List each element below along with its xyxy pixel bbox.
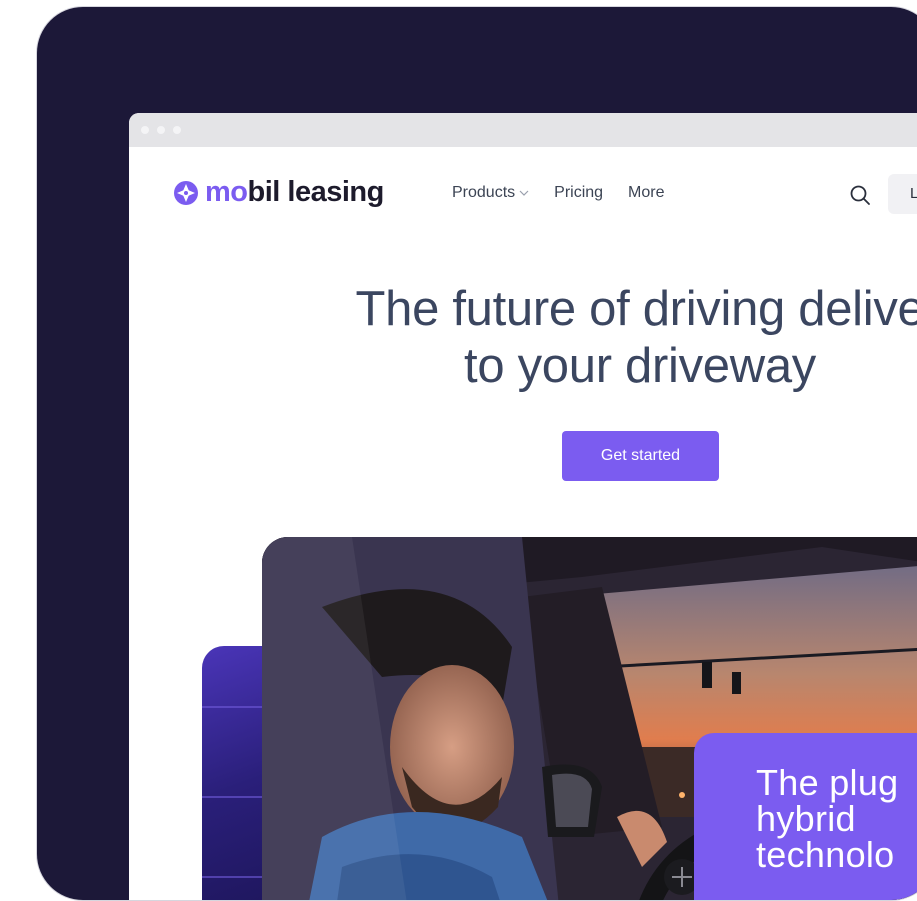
brand-name-prefix: mo [205,176,248,208]
hero-heading-line-2: to your driveway [464,339,816,393]
promo-line-2: hybrid [756,798,856,839]
chevron-down-icon [519,190,529,196]
promo-line-1: The plug [756,762,899,803]
window-dot-minimize[interactable] [157,126,165,134]
window-dot-close[interactable] [141,126,149,134]
logo-mark-icon [174,180,198,205]
get-started-button[interactable]: Get started [562,431,719,481]
browser-title-bar [129,113,917,147]
nav-item-label: More [628,184,665,201]
brand-name: mobil leasing [205,176,384,209]
top-navigation: mobil leasing Products Pricing More L [129,147,917,237]
browser-window: mobil leasing Products Pricing More L Th… [129,113,917,900]
nav-item-pricing[interactable]: Pricing [554,184,603,202]
window-dot-maximize[interactable] [173,126,181,134]
search-icon[interactable] [849,184,871,206]
nav-links: Products Pricing More [452,184,690,202]
login-button[interactable]: L [888,174,917,214]
hero-heading-line-1: The future of driving delive [355,282,917,336]
nav-item-products[interactable]: Products [452,184,529,202]
brand-logo[interactable]: mobil leasing [173,176,384,209]
device-frame: mobil leasing Products Pricing More L Th… [37,7,917,900]
promo-line-3: technolo [756,834,895,875]
nav-item-more[interactable]: More [628,184,664,202]
nav-item-label: Products [452,184,516,201]
brand-name-rest: bil leasing [247,176,385,208]
nav-item-label: Pricing [554,184,604,201]
promo-card[interactable]: The plug hybrid technolo [694,733,917,900]
hero-heading: The future of driving delive to your dri… [129,281,917,395]
